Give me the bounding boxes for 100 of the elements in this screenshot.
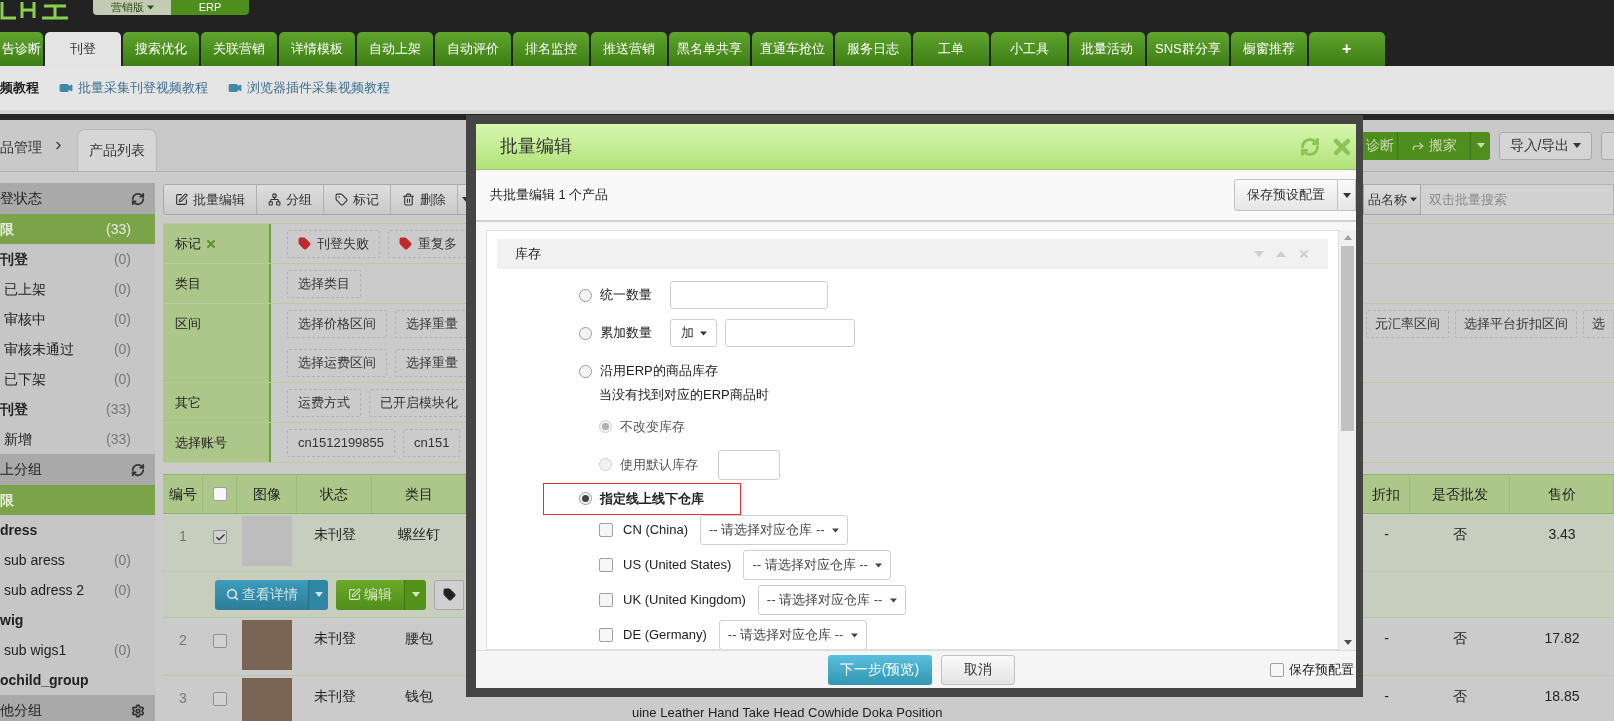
cancel-button[interactable]: 取消 <box>940 654 1015 685</box>
sidebar-item[interactable]: 审核未通过 (0) <box>0 334 155 364</box>
quantity-input[interactable] <box>670 281 828 309</box>
nav-tab[interactable]: 服务日志 <box>835 32 911 66</box>
dropdown-toggle[interactable] <box>404 579 426 610</box>
toolbar-button[interactable]: 分组 <box>257 185 324 214</box>
radio-button[interactable] <box>579 326 592 340</box>
filter-chip[interactable]: 选择价格区间 <box>287 309 387 338</box>
default-stock-input[interactable] <box>718 449 780 480</box>
sidebar-item[interactable]: dress <box>0 515 155 545</box>
checkbox[interactable] <box>212 487 227 501</box>
scrollbar[interactable] <box>1339 230 1356 650</box>
video-camera-icon <box>59 81 73 95</box>
warehouse-select[interactable]: -- 请选择对应仓库 -- <box>718 620 867 649</box>
checkbox[interactable] <box>599 628 613 642</box>
warehouse-select[interactable]: -- 请选择对应仓库 -- <box>743 550 892 580</box>
checkbox[interactable] <box>213 692 227 706</box>
option-note: 当没有找到对应的ERP商品时 <box>598 386 770 404</box>
nav-tab[interactable]: 批量活动 <box>1069 32 1145 66</box>
close-icon[interactable] <box>1298 248 1310 260</box>
checkbox[interactable] <box>213 530 227 544</box>
tag-filter-chip[interactable]: 刊登失败 <box>287 229 380 258</box>
refresh-icon[interactable] <box>1300 136 1320 157</box>
sidebar-item[interactable]: sub wigs1 (0) <box>0 635 155 665</box>
sidebar-item[interactable]: ochild_group <box>0 665 155 695</box>
import-export-button[interactable]: 导入/导出 <box>1499 131 1592 160</box>
sidebar-item[interactable]: sub adress 2 (0) <box>0 575 155 605</box>
filter-chip[interactable]: 选择平台折扣区间 <box>1455 309 1577 338</box>
video-tutorial-link[interactable]: 批量采集刊登视频教程 <box>59 78 208 98</box>
nav-tab[interactable]: 自动上架 <box>357 32 433 66</box>
sidebar-item[interactable]: 刊登 (0) <box>0 244 155 274</box>
sidebar-item[interactable]: 审核中 (0) <box>0 304 155 334</box>
nav-tab[interactable]: 告诊断 <box>0 32 43 66</box>
video-tutorial-link[interactable]: 浏览器插件采集视频教程 <box>228 78 390 98</box>
nav-tab[interactable]: 小工具 <box>991 32 1067 66</box>
checkbox[interactable] <box>599 593 613 607</box>
sidebar-item[interactable]: 已上架 (0) <box>0 274 155 304</box>
sidebar-item[interactable]: 新增 (33) <box>0 424 155 454</box>
nav-tab[interactable]: 排名监控 <box>513 32 589 66</box>
scroll-up-icon <box>1343 235 1352 240</box>
toolbar-button[interactable]: 批量编辑 <box>164 185 257 214</box>
toolbar-button[interactable]: 标记 <box>324 185 391 214</box>
filter-chip[interactable]: cn1512199855 <box>287 428 396 457</box>
radio-button[interactable] <box>579 492 592 505</box>
checkbox[interactable] <box>1270 662 1284 677</box>
nav-tab[interactable]: 自动评价 <box>435 32 511 66</box>
nav-tab[interactable]: 黑名单共享 <box>669 32 750 66</box>
nav-tab[interactable]: 直通车抢位 <box>752 32 833 66</box>
tag-button[interactable] <box>434 579 464 610</box>
filter-chip[interactable]: 选 <box>1583 309 1614 338</box>
caret-icon <box>850 632 858 638</box>
search-input[interactable]: 双击批量搜索 <box>1421 184 1614 215</box>
nav-tab[interactable]: 刊登 <box>45 32 121 66</box>
dropdown-toggle[interactable] <box>1338 179 1356 211</box>
filter-chip[interactable]: cn151 <box>403 428 461 457</box>
filter-chip[interactable]: 选择类目 <box>287 269 361 298</box>
table-cell-text: 18.85 <box>1543 687 1581 706</box>
dropdown-toggle[interactable] <box>1470 131 1490 160</box>
save-preset-button[interactable]: 保存预设配置 <box>1234 179 1338 211</box>
radio-button[interactable] <box>579 288 592 302</box>
caret-icon <box>832 527 839 533</box>
country-label: CN (China) <box>623 521 688 540</box>
nav-tab[interactable]: 工单 <box>913 32 989 66</box>
breadcrumb-tab[interactable]: 产品列表 <box>77 129 157 171</box>
filter-chip[interactable]: 运费方式 <box>287 388 361 417</box>
checkbox[interactable] <box>599 523 613 537</box>
sidebar-item[interactable]: wig <box>0 605 155 635</box>
nav-tab[interactable]: 搜索优化 <box>123 32 199 66</box>
close-icon[interactable] <box>205 237 217 250</box>
nav-tab[interactable]: 橱窗推荐 <box>1230 32 1307 66</box>
section-title: 登状态 <box>0 189 42 208</box>
sidebar-item[interactable]: sub aress (0) <box>0 545 155 575</box>
settings-icon <box>131 703 145 718</box>
edition-tab[interactable]: 营销版 <box>93 0 171 15</box>
sidebar-item[interactable]: 已下架 (0) <box>0 364 155 394</box>
toolbar-button[interactable]: 删除 <box>391 185 458 214</box>
checkbox[interactable] <box>213 634 227 648</box>
warehouse-select[interactable]: -- 请选择对应仓库 -- <box>757 585 906 615</box>
nav-tab[interactable]: SNS群分享 <box>1147 32 1229 66</box>
sidebar-item[interactable]: 刊登 (33) <box>0 394 155 424</box>
photo-placeholder <box>242 678 292 721</box>
caret-icon <box>146 5 154 10</box>
nav-tab[interactable]: + <box>1308 32 1385 66</box>
filter-chip[interactable]: 元汇率区间 <box>1366 309 1449 338</box>
warehouse-select[interactable]: -- 请选择对应仓库 -- <box>700 515 848 545</box>
delete-icon <box>402 193 415 206</box>
radio-button[interactable] <box>579 364 592 378</box>
nav-tab[interactable]: 推送营销 <box>591 32 667 66</box>
caret-icon <box>411 592 420 597</box>
quantity-input[interactable] <box>725 319 855 347</box>
filter-chip[interactable]: 选择运费区间 <box>287 348 387 377</box>
checkbox[interactable] <box>599 558 613 572</box>
nav-tab[interactable]: 详情模板 <box>279 32 355 66</box>
search-field-dropdown[interactable]: 品名称 <box>1363 184 1421 215</box>
breadcrumb-link[interactable]: 品管理 <box>0 133 42 158</box>
edition-tab[interactable]: ERP <box>171 0 249 15</box>
dropdown-toggle[interactable] <box>308 579 328 610</box>
scrollbar-thumb[interactable] <box>1341 246 1354 431</box>
operator-select[interactable]: 加 <box>670 319 717 347</box>
nav-tab[interactable]: 关联营销 <box>201 32 277 66</box>
